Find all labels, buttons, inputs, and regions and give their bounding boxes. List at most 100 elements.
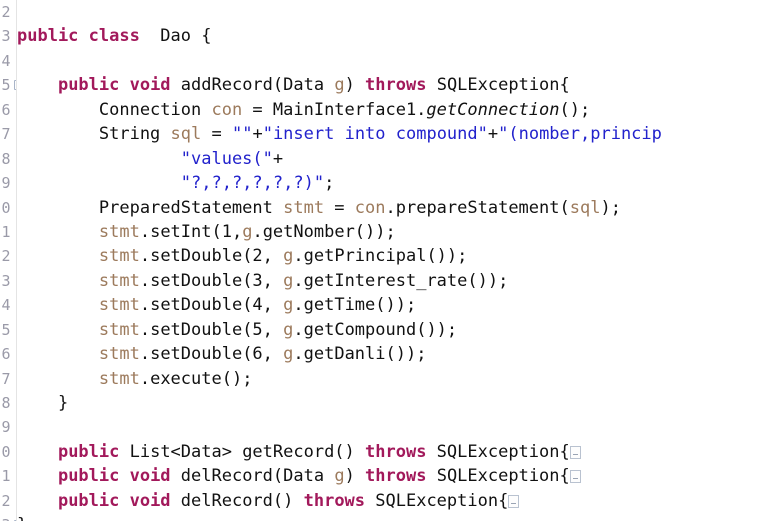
line-number: 4 xyxy=(1,51,10,70)
gutter-line[interactable]: 2 xyxy=(0,0,16,24)
line-number: 1 xyxy=(1,222,10,241)
gutter-line[interactable]: 7 xyxy=(0,122,16,146)
gutter-line[interactable]: 4 xyxy=(0,49,16,73)
gutter-line[interactable]: 1 xyxy=(0,464,16,488)
code-token-local: con xyxy=(211,99,243,120)
code-token-plain: SQLException{ xyxy=(426,466,570,487)
folded-body-icon[interactable] xyxy=(569,470,581,484)
code-token-plain: ; xyxy=(324,173,335,194)
line-setdouble-4[interactable]: stmt.setDouble(4, g.getTime()); xyxy=(17,293,773,317)
code-token-plain: .setInt(1, xyxy=(139,221,243,242)
code-token-plain: .setDouble(2, xyxy=(139,246,284,267)
code-token-plain: = xyxy=(324,197,355,218)
gutter-line[interactable]: 0 xyxy=(0,196,16,220)
code-token-plain: .getNomber()); xyxy=(252,221,396,242)
gutter-line[interactable]: 4 xyxy=(0,293,16,317)
line-connection[interactable]: Connection con = MainInterface1.getConne… xyxy=(17,98,773,122)
code-token-local: sql xyxy=(569,197,601,218)
code-token-plain: } xyxy=(17,515,27,521)
line-close-class[interactable]: } xyxy=(17,513,773,521)
code-token-param: g xyxy=(283,295,294,316)
code-token-param: g xyxy=(334,75,345,96)
line-number: 3 xyxy=(1,27,10,46)
line-number: 9 xyxy=(1,418,10,437)
line-sql-decl[interactable]: String sql = ""+"insert into compound"+"… xyxy=(17,122,773,146)
code-token-plain: addRecord(Data xyxy=(170,75,335,96)
line-delrecord-data-folded[interactable]: public void delRecord(Data g) throws SQL… xyxy=(17,464,773,488)
code-token-plain: SQLException{ xyxy=(426,75,570,96)
code-token-str: "insert into compound" xyxy=(262,124,488,145)
code-token-param: g xyxy=(283,319,294,340)
line-close-addrecord[interactable]: } xyxy=(17,391,773,415)
line-number: 0 xyxy=(1,198,10,217)
gutter-line[interactable]: 2 xyxy=(0,244,16,268)
code-token-str: "values(" xyxy=(180,148,273,169)
folded-body-icon[interactable] xyxy=(508,494,520,508)
code-token-param: g xyxy=(334,466,345,487)
code-token-stat: getConnection xyxy=(426,99,560,120)
line-number: 4 xyxy=(1,296,10,315)
gutter-line[interactable]: 3 xyxy=(0,513,16,521)
code-token-plain: = xyxy=(201,124,232,145)
code-token-local: stmt xyxy=(98,295,140,316)
line-setint-1[interactable]: stmt.setInt(1,g.getNomber()); xyxy=(17,220,773,244)
code-token-plain: ) xyxy=(344,466,366,487)
gutter-line[interactable]: 6 xyxy=(0,98,16,122)
line-number: 2 xyxy=(1,247,10,266)
line-number: 6 xyxy=(1,345,10,364)
code-token-plain: List<Data> getRecord() xyxy=(119,441,366,462)
line-blank-1[interactable] xyxy=(17,0,773,24)
line-blank-3[interactable] xyxy=(17,415,773,439)
line-setdouble-2[interactable]: stmt.setDouble(2, g.getPrincipal()); xyxy=(17,244,773,268)
gutter-line[interactable]: 1 xyxy=(0,220,16,244)
folded-body-icon[interactable] xyxy=(569,445,581,459)
gutter-line[interactable]: 8 xyxy=(0,147,16,171)
code-token-param: g xyxy=(283,246,294,267)
gutter-line[interactable]: 5 xyxy=(0,73,16,97)
line-preparedstatement[interactable]: PreparedStatement stmt = con.prepareStat… xyxy=(17,196,773,220)
code-editor[interactable]: 23456789012345678901234562 public class … xyxy=(0,0,773,521)
code-token-local: stmt xyxy=(283,197,325,218)
line-setdouble-3[interactable]: stmt.setDouble(3, g.getInterest_rate()); xyxy=(17,269,773,293)
line-delrecord-folded[interactable]: public void delRecord() throws SQLExcept… xyxy=(17,489,773,513)
code-token-plain: delRecord() xyxy=(170,490,304,511)
code-token-kw: public class xyxy=(17,26,140,47)
line-setdouble-5[interactable]: stmt.setDouble(5, g.getCompound()); xyxy=(17,318,773,342)
code-text-area[interactable]: public class Dao { public void addRecord… xyxy=(17,0,773,521)
gutter-line[interactable]: 9 xyxy=(0,415,16,439)
gutter-line[interactable]: 0 xyxy=(0,440,16,464)
code-token-plain: PreparedStatement xyxy=(17,197,284,218)
line-sql-values[interactable]: "values("+ xyxy=(17,147,773,171)
gutter-line[interactable]: 2 xyxy=(0,489,16,513)
code-token-plain: .getInterest_rate()); xyxy=(293,270,509,291)
code-token-plain: String xyxy=(17,124,171,145)
line-blank-2[interactable] xyxy=(17,49,773,73)
gutter-line[interactable]: 7 xyxy=(0,367,16,391)
line-setdouble-6[interactable]: stmt.setDouble(6, g.getDanli()); xyxy=(17,342,773,366)
line-number: 5 xyxy=(1,320,10,339)
line-number: 2 xyxy=(1,491,10,510)
code-token-plain: .getTime()); xyxy=(293,295,417,316)
line-sql-placeholders[interactable]: "?,?,?,?,?,?)"; xyxy=(17,171,773,195)
code-token-str: "" xyxy=(231,124,253,145)
line-getrecord-folded[interactable]: public List<Data> getRecord() throws SQL… xyxy=(17,440,773,464)
line-number-gutter[interactable]: 23456789012345678901234562 xyxy=(0,0,16,521)
gutter-line[interactable]: 8 xyxy=(0,391,16,415)
line-class-decl[interactable]: public class Dao { xyxy=(17,24,773,48)
line-execute[interactable]: stmt.execute(); xyxy=(17,367,773,391)
code-token-plain: .getPrincipal()); xyxy=(293,246,468,267)
fold-collapse-icon[interactable] xyxy=(14,80,16,91)
code-token-plain: Dao { xyxy=(139,26,212,47)
gutter-line[interactable]: 3 xyxy=(0,269,16,293)
line-addrecord-signature[interactable]: public void addRecord(Data g) throws SQL… xyxy=(17,73,773,97)
gutter-line[interactable]: 3 xyxy=(0,24,16,48)
gutter-line[interactable]: 9 xyxy=(0,171,16,195)
code-token-kw: public xyxy=(57,441,120,462)
code-token-kw: public void xyxy=(57,490,171,511)
gutter-line[interactable]: 6 xyxy=(0,342,16,366)
gutter-line[interactable]: 5 xyxy=(0,318,16,342)
